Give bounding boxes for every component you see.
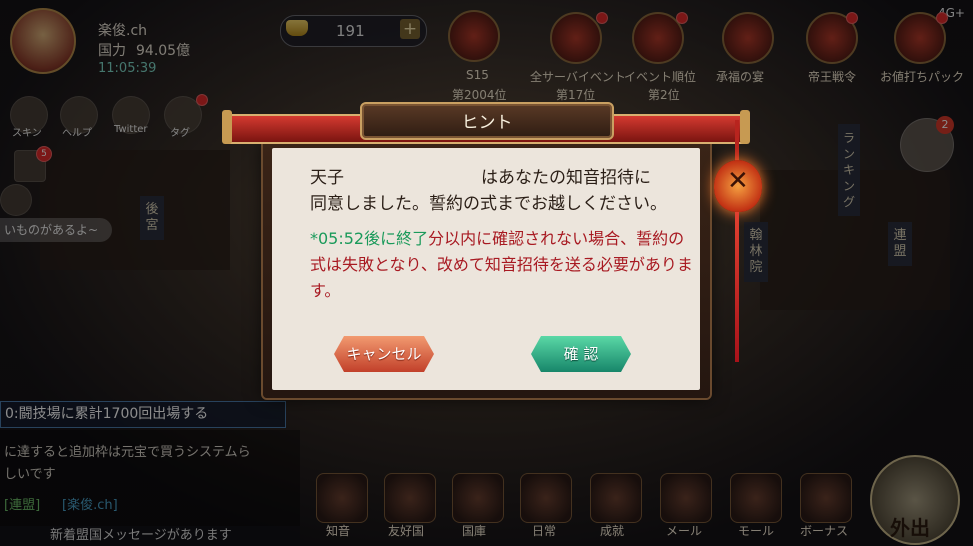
countdown-timer: *05:52後に終了: [310, 229, 429, 248]
banner-cap-right: [740, 110, 750, 144]
lantern-tassel: [735, 212, 739, 362]
banner-cap-left: [222, 110, 232, 144]
dialog-text-suffix: はあなたの知音招待に: [481, 168, 651, 188]
dialog-text-line2: 同意しました。誓約の式までお越しください。: [310, 194, 667, 214]
lantern-cord: [735, 120, 739, 162]
dialog-text-prefix: 天子: [310, 168, 344, 188]
confirm-button[interactable]: 確 認: [531, 336, 631, 372]
dialog-title: ヒント: [461, 113, 513, 133]
dialog-warning: *05:52後に終了分以内に確認されない場合、誓約の式は失敗となり、改めて知音招…: [310, 226, 700, 304]
cancel-button[interactable]: キャンセル: [334, 336, 434, 372]
close-icon[interactable]: ✕: [727, 166, 749, 196]
